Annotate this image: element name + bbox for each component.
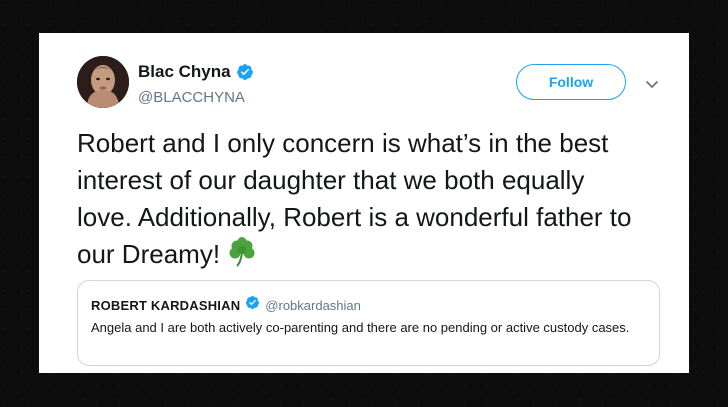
- quoted-author-handle[interactable]: @robkardashian: [265, 298, 361, 313]
- author-name-row: Blac Chyna: [138, 62, 254, 82]
- tweet-card: Blac Chyna @BLACCHYNA Follow Robert and …: [39, 33, 689, 373]
- tweet-body: Robert and I only concern is what’s in t…: [77, 128, 632, 269]
- quoted-author-name[interactable]: ROBERT KARDASHIAN: [91, 298, 240, 313]
- author-handle[interactable]: @BLACCHYNA: [138, 89, 245, 106]
- quoted-tweet-header: ROBERT KARDASHIAN @robkardashian: [91, 295, 361, 315]
- follow-button[interactable]: Follow: [516, 64, 626, 100]
- avatar[interactable]: [77, 56, 129, 108]
- author-display-name[interactable]: Blac Chyna: [138, 62, 231, 82]
- quoted-tweet[interactable]: ROBERT KARDASHIAN @robkardashian Angela …: [77, 280, 660, 366]
- tweet-text: Robert and I only concern is what’s in t…: [77, 125, 637, 277]
- chevron-down-icon[interactable]: [642, 74, 662, 94]
- verified-badge-icon: [236, 63, 254, 81]
- verified-badge-icon: [245, 295, 260, 315]
- quoted-tweet-text: Angela and I are both actively co-parent…: [91, 320, 630, 335]
- shamrock-icon: [228, 237, 256, 277]
